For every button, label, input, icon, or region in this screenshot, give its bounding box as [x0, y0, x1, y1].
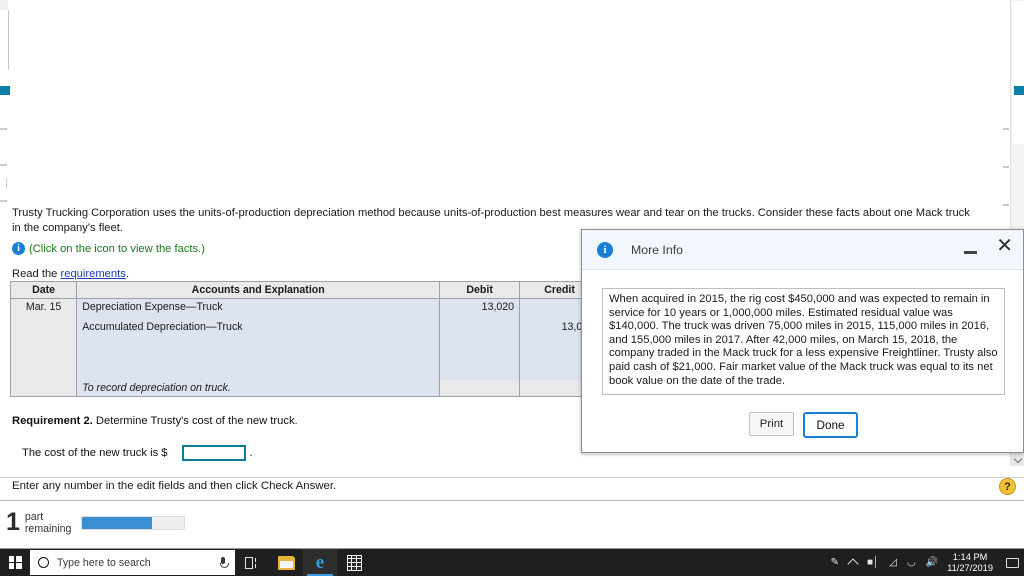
clock-date: 11/27/2019 — [947, 562, 993, 573]
bottom-toolbar: 1 part remaining Clear All Check Answer — [0, 501, 1024, 549]
print-button[interactable]: Print — [749, 412, 794, 436]
system-tray: ✎ ■│ ◿ ◡ 🔊 1:14 PM 11/27/2019 — [826, 549, 1024, 576]
read-suffix-label: . — [125, 268, 129, 280]
column-header-date: Date — [9, 281, 78, 299]
calculator-icon — [346, 554, 362, 571]
close-icon[interactable]: ✕ — [996, 235, 1013, 257]
table-row[interactable]: Accumulated Depreciation—Truck 13,020 — [9, 318, 600, 339]
cell-account[interactable] — [76, 338, 441, 380]
read-prefix-label: Read the — [12, 268, 61, 280]
parts-remaining-group: 1 part remaining — [6, 508, 186, 536]
progress-bar-fill — [82, 516, 152, 529]
info-icon: i — [597, 241, 613, 258]
file-explorer-button[interactable] — [269, 549, 303, 576]
scrollbar-thumb[interactable] — [1012, 1, 1024, 144]
left-edge-tick-3 — [6, 178, 7, 188]
cell-date: Mar. 15 — [9, 298, 78, 319]
column-header-accounts: Accounts and Explanation — [76, 281, 441, 299]
parts-remaining-count: 1 — [6, 508, 20, 536]
answer-period: . — [249, 447, 253, 459]
right-edge-tick-2 — [1003, 166, 1009, 168]
parts-word-1: part — [24, 510, 44, 523]
volume-icon[interactable]: 🔊 — [921, 549, 943, 576]
dialog-title: More Info — [631, 242, 683, 257]
task-view-button[interactable] — [235, 549, 269, 576]
top-scroll-strip — [0, 0, 1024, 10]
more-info-dialog: i More Info ✕ When acquired in 2015, the… — [581, 229, 1024, 453]
start-button[interactable] — [0, 549, 30, 576]
left-edge-marker-teal — [0, 86, 10, 95]
parts-remaining-label: part remaining — [25, 511, 72, 535]
windows-taskbar: Type here to search e ✎ ■│ ◿ ◡ 🔊 1:14 PM… — [0, 549, 1024, 576]
top-scroll-strip-inner — [8, 0, 1010, 10]
left-edge-tick-4 — [0, 200, 7, 202]
table-row[interactable]: Mar. 15 Depreciation Expense—Truck 13,02… — [9, 298, 600, 319]
task-view-icon — [244, 556, 260, 569]
cell-account[interactable]: Depreciation Expense—Truck — [76, 298, 441, 319]
table-header-row: Date Accounts and Explanation Debit Cred… — [9, 281, 600, 299]
done-button[interactable]: Done — [803, 412, 858, 438]
cost-of-new-truck-input[interactable] — [181, 445, 246, 461]
battery-icon[interactable]: ■│ — [862, 549, 884, 576]
windows-logo-icon — [8, 556, 22, 569]
cell-date — [9, 379, 78, 397]
help-button[interactable]: ? — [999, 478, 1016, 495]
microphone-icon[interactable] — [217, 556, 229, 570]
right-edge-marker-teal — [1014, 86, 1024, 95]
progress-bar — [81, 515, 186, 530]
minimize-icon[interactable] — [963, 242, 979, 258]
wifi-icon[interactable]: ◡ — [902, 549, 921, 576]
cell-debit — [439, 379, 521, 397]
column-header-debit: Debit — [439, 281, 521, 299]
application-screen: Trusty Trucking Corporation uses the uni… — [0, 0, 1024, 576]
taskbar-search-placeholder: Type here to search — [57, 556, 151, 569]
pen-workspace-icon[interactable]: ✎ — [826, 549, 844, 576]
right-edge-tick-1 — [1003, 128, 1009, 130]
dialog-titlebar: i More Info ✕ — [582, 230, 1023, 270]
network-icon[interactable]: ◿ — [884, 549, 902, 576]
table-row[interactable] — [9, 338, 600, 380]
cell-debit[interactable] — [439, 318, 521, 339]
cell-debit[interactable]: 13,020 — [439, 298, 521, 319]
left-edge-fragment-top — [0, 10, 9, 70]
clock-time: 1:14 PM — [952, 551, 988, 562]
cell-memo[interactable]: To record depreciation on truck. — [76, 379, 441, 397]
info-icon[interactable]: i — [12, 242, 25, 255]
calculator-button[interactable] — [337, 549, 371, 576]
taskbar-search-box[interactable]: Type here to search — [30, 550, 235, 575]
dialog-footer: Print Done — [582, 412, 1024, 438]
left-edge-tick-2 — [0, 164, 7, 166]
requirement-2-heading: Requirement 2. Determine Trusty's cost o… — [12, 415, 298, 427]
chevron-up-icon[interactable] — [844, 549, 862, 576]
answer-label: The cost of the new truck is $ — [22, 447, 168, 459]
parts-word-2: remaining — [24, 522, 72, 535]
answer-row: The cost of the new truck is $ . — [22, 445, 253, 461]
taskbar-clock[interactable]: 1:14 PM 11/27/2019 — [943, 552, 1000, 574]
dialog-body-text: When acquired in 2015, the rig cost $450… — [602, 288, 1005, 396]
cell-date — [9, 338, 78, 380]
edge-browser-icon: e — [315, 552, 325, 573]
search-circle-icon — [38, 557, 49, 568]
cell-account[interactable]: Accumulated Depreciation—Truck — [76, 318, 441, 339]
requirement-2-label: Requirement 2. — [12, 415, 93, 427]
requirements-link[interactable]: requirements — [61, 268, 126, 280]
table-row-memo[interactable]: To record depreciation on truck. — [9, 379, 600, 397]
file-explorer-icon — [277, 555, 295, 570]
requirement-2-text: Determine Trusty's cost of the new truck… — [92, 415, 298, 427]
journal-entry-table: Date Accounts and Explanation Debit Cred… — [9, 281, 600, 397]
cell-debit[interactable] — [439, 338, 521, 380]
facts-hint-label: (Click on the icon to view the facts.) — [29, 242, 205, 255]
notification-icon[interactable] — [1000, 549, 1024, 576]
edge-browser-button[interactable]: e — [303, 549, 337, 576]
left-edge-tick-1 — [0, 128, 7, 130]
cell-date — [9, 318, 78, 339]
hint-text: Enter any number in the edit fields and … — [12, 480, 337, 492]
